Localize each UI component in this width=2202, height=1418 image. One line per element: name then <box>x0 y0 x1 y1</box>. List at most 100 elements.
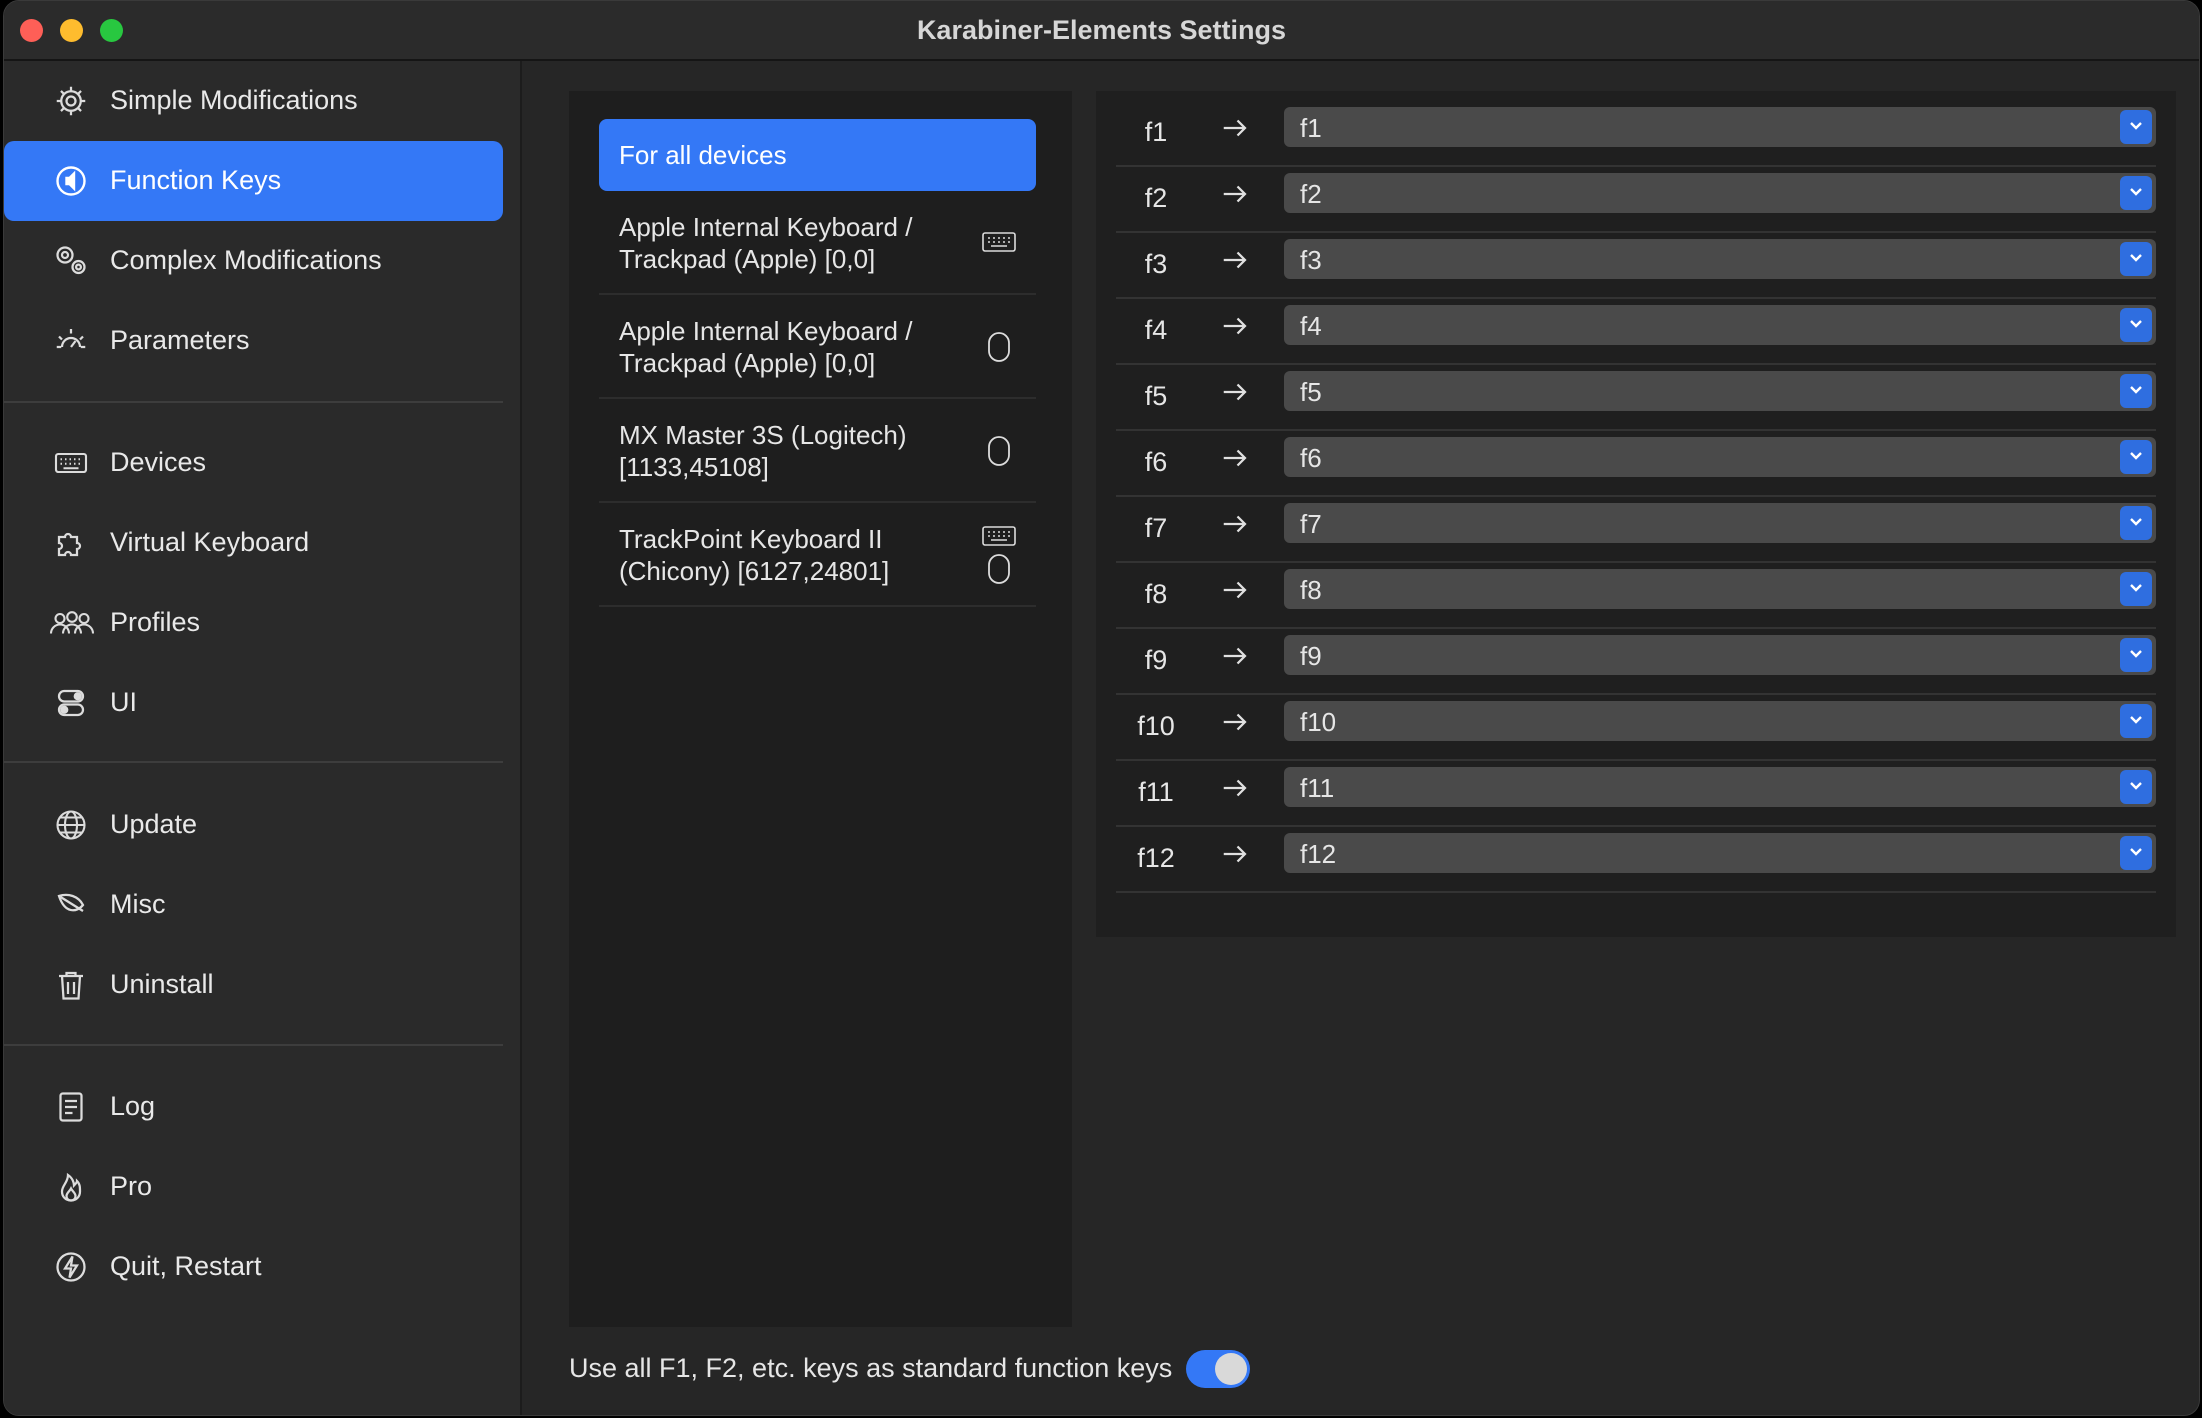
to-key-select[interactable]: f9 <box>1284 635 2156 675</box>
keyboard-icon <box>982 525 1016 547</box>
arrow-right-icon <box>1223 779 1247 797</box>
sidebar-item-devices[interactable]: Devices <box>4 423 503 503</box>
select-value: f11 <box>1300 773 1335 803</box>
key-mapping-row: f1 f1 <box>1116 99 2156 167</box>
sidebar-item-parameters[interactable]: Parameters <box>4 301 503 381</box>
arrow-right-icon <box>1223 119 1247 137</box>
device-item[interactable]: TrackPoint Keyboard II (Chicony) [6127,2… <box>599 503 1036 607</box>
people-icon <box>48 605 96 641</box>
keyboard-icon <box>53 445 89 481</box>
key-mapping-row: f12 f12 <box>1116 825 2156 893</box>
sidebar-item-log[interactable]: Log <box>4 1067 503 1147</box>
select-value: f9 <box>1300 641 1322 671</box>
sidebar-item-misc[interactable]: Misc <box>4 865 503 945</box>
sidebar-item-quit-restart[interactable]: Quit, Restart <box>4 1227 503 1307</box>
select-value: f12 <box>1300 839 1337 869</box>
device-item[interactable]: Apple Internal Keyboard / Trackpad (Appl… <box>599 191 1036 295</box>
sidebar-item-ui[interactable]: UI <box>4 663 503 743</box>
device-name: TrackPoint Keyboard II (Chicony) [6127,2… <box>619 524 890 586</box>
puzzle-icon <box>53 525 89 561</box>
device-name: For all devices <box>619 140 787 170</box>
to-key-select[interactable]: f6 <box>1284 437 2156 477</box>
key-mapping-row: f3 f3 <box>1116 231 2156 299</box>
from-key: f2 <box>1144 183 1168 213</box>
key-mapping-row: f7 f7 <box>1116 495 2156 563</box>
from-key: f5 <box>1144 381 1168 411</box>
arrow-right-icon <box>1223 713 1247 731</box>
from-key: f10 <box>1137 711 1175 741</box>
chevron-down-icon <box>2120 572 2152 606</box>
chevron-down-icon <box>2120 242 2152 276</box>
standard-function-keys-label: Use all F1, F2, etc. keys as standard fu… <box>569 1353 1173 1383</box>
sidebar-item-label: Misc <box>110 889 166 919</box>
sidebar-item-label: Simple Modifications <box>110 85 358 115</box>
sidebar-item-label: Log <box>110 1091 156 1121</box>
from-key: f3 <box>1144 249 1168 279</box>
gears-icon <box>53 243 89 279</box>
select-value: f7 <box>1300 509 1322 539</box>
standard-function-keys-toggle[interactable] <box>1186 1350 1250 1388</box>
arrow-right-icon <box>1223 317 1247 335</box>
settings-window: Karabiner-Elements Settings Simple Modif… <box>3 0 2200 1416</box>
toggle-knob <box>1215 1353 1247 1385</box>
chevron-down-icon <box>2120 440 2152 474</box>
select-value: f1 <box>1300 113 1322 143</box>
key-mapping-row: f8 f8 <box>1116 561 2156 629</box>
to-key-select[interactable]: f3 <box>1284 239 2156 279</box>
sidebar-divider <box>4 1044 503 1046</box>
arrow-right-icon <box>1223 185 1247 203</box>
device-item-all-devices[interactable]: For all devices <box>599 119 1036 191</box>
sidebar-item-simple-modifications[interactable]: Simple Modifications <box>4 61 503 141</box>
sidebar-item-label: Pro <box>110 1171 153 1201</box>
sidebar-divider <box>4 761 503 763</box>
chevron-down-icon <box>2120 176 2152 210</box>
sidebar-item-pro[interactable]: Pro <box>4 1147 503 1227</box>
chevron-down-icon <box>2120 506 2152 540</box>
device-list: For all devices Apple Internal Keyboard … <box>569 91 1072 1327</box>
chevron-down-icon <box>2120 704 2152 738</box>
chevron-down-icon <box>2120 308 2152 342</box>
sun-dial-icon <box>53 323 89 359</box>
device-name: Apple Internal Keyboard / Trackpad (Appl… <box>619 212 913 274</box>
to-key-select[interactable]: f2 <box>1284 173 2156 213</box>
device-item[interactable]: Apple Internal Keyboard / Trackpad (Appl… <box>599 295 1036 399</box>
select-value: f3 <box>1300 245 1322 275</box>
arrow-right-icon <box>1223 581 1247 599</box>
to-key-select[interactable]: f10 <box>1284 701 2156 741</box>
key-mapping-row: f10 f10 <box>1116 693 2156 761</box>
gear-icon <box>53 83 89 119</box>
to-key-select[interactable]: f4 <box>1284 305 2156 345</box>
select-value: f2 <box>1300 179 1322 209</box>
sidebar-item-virtual-keyboard[interactable]: Virtual Keyboard <box>4 503 503 583</box>
to-key-select[interactable]: f5 <box>1284 371 2156 411</box>
device-item[interactable]: MX Master 3S (Logitech) [1133,45108] <box>599 399 1036 503</box>
sidebar-item-complex-modifications[interactable]: Complex Modifications <box>4 221 503 301</box>
document-icon <box>53 1089 89 1125</box>
to-key-select[interactable]: f8 <box>1284 569 2156 609</box>
mouse-icon <box>982 553 1016 585</box>
sidebar-item-uninstall[interactable]: Uninstall <box>4 945 503 1025</box>
arrow-right-icon <box>1223 449 1247 467</box>
mouse-icon <box>982 435 1016 467</box>
trash-icon <box>53 967 89 1003</box>
sidebar-item-update[interactable]: Update <box>4 785 503 865</box>
sidebar-item-label: Parameters <box>110 325 250 355</box>
window-title: Karabiner-Elements Settings <box>916 15 1287 45</box>
chevron-down-icon <box>2120 110 2152 144</box>
arrow-right-icon <box>1223 251 1247 269</box>
to-key-select[interactable]: f7 <box>1284 503 2156 543</box>
globe-icon <box>53 807 89 843</box>
sidebar-item-label: Virtual Keyboard <box>110 527 310 557</box>
to-key-select[interactable]: f1 <box>1284 107 2156 147</box>
from-key: f7 <box>1144 513 1168 543</box>
select-value: f5 <box>1300 377 1322 407</box>
sidebar-item-profiles[interactable]: Profiles <box>4 583 503 663</box>
sidebar-item-function-keys[interactable]: Function Keys <box>4 141 503 221</box>
to-key-select[interactable]: f11 <box>1284 767 2156 807</box>
sidebar-item-label: Quit, Restart <box>110 1251 262 1281</box>
to-key-select[interactable]: f12 <box>1284 833 2156 873</box>
arrow-right-icon <box>1223 383 1247 401</box>
from-key: f6 <box>1144 447 1168 477</box>
key-mapping-row: f11 f11 <box>1116 759 2156 827</box>
key-mapping-row: f5 f5 <box>1116 363 2156 431</box>
